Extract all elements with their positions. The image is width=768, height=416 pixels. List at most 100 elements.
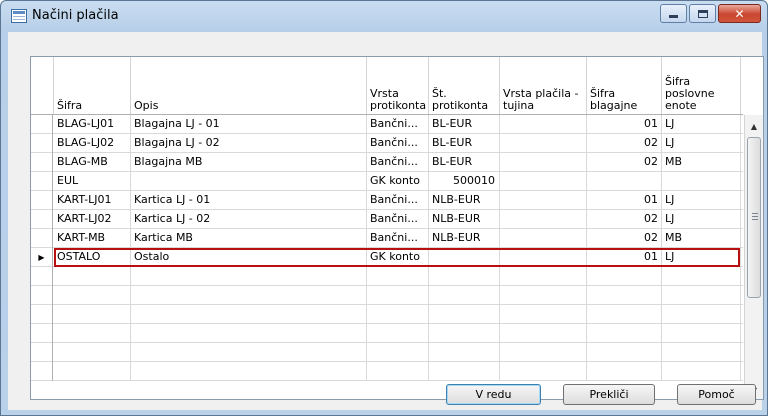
empty-row[interactable]	[31, 324, 743, 343]
scrollbar-thumb[interactable]	[747, 137, 761, 298]
cell-bal-account-no[interactable]: BL-EUR	[429, 134, 500, 153]
row-selector[interactable]	[31, 305, 53, 324]
ok-button[interactable]: V redu	[446, 384, 541, 405]
cell-foreign-payment-type[interactable]	[500, 172, 587, 191]
cell-description[interactable]	[131, 172, 367, 191]
cell-description[interactable]: Kartica LJ - 02	[131, 210, 367, 229]
cell-description[interactable]: Blagajna MB	[131, 153, 367, 172]
cell-bal-account-type[interactable]	[367, 267, 429, 286]
cell-business-unit-code[interactable]	[662, 267, 741, 286]
cell-bal-account-no[interactable]	[429, 305, 500, 324]
cell-bal-account-type[interactable]	[367, 286, 429, 305]
empty-row[interactable]	[31, 267, 743, 286]
table-row[interactable]: KART-LJ02 Kartica LJ - 02 Bančni... NLB-EUR…	[31, 210, 743, 229]
table-row[interactable]: ▶ OSTALO Ostalo GK konto 01 LJ	[31, 248, 743, 267]
cell-foreign-payment-type[interactable]	[500, 210, 587, 229]
cell-cashier-code[interactable]: 02	[587, 153, 662, 172]
row-selector[interactable]	[31, 191, 53, 210]
cell-description[interactable]	[131, 286, 367, 305]
cell-cashier-code[interactable]	[587, 267, 662, 286]
cell-business-unit-code[interactable]: LJ	[662, 115, 741, 134]
cell-code[interactable]	[54, 267, 131, 286]
header-bal-account-type[interactable]: Vrsta protikonta	[367, 57, 429, 114]
cell-bal-account-type[interactable]: Bančni...	[367, 229, 429, 248]
cell-cashier-code[interactable]: 01	[587, 115, 662, 134]
cell-cashier-code[interactable]	[587, 362, 662, 381]
row-selector[interactable]	[31, 324, 53, 343]
header-code[interactable]: Šifra	[54, 57, 131, 114]
cell-bal-account-type[interactable]: GK konto	[367, 248, 429, 267]
close-button[interactable]: ✕	[718, 4, 761, 23]
cell-bal-account-type[interactable]: Bančni...	[367, 191, 429, 210]
cell-foreign-payment-type[interactable]	[500, 324, 587, 343]
cell-bal-account-type[interactable]: Bančni...	[367, 115, 429, 134]
cell-bal-account-no[interactable]	[429, 343, 500, 362]
vertical-scrollbar[interactable]: ▲ ▼	[744, 115, 763, 399]
table-row[interactable]: KART-LJ01 Kartica LJ - 01 Bančni... NLB-EUR…	[31, 191, 743, 210]
cell-bal-account-type[interactable]	[367, 305, 429, 324]
cell-bal-account-no[interactable]: BL-EUR	[429, 153, 500, 172]
row-selector[interactable]	[31, 343, 53, 362]
cell-bal-account-no[interactable]: 500010	[429, 172, 500, 191]
cell-business-unit-code[interactable]	[662, 172, 741, 191]
header-bal-account-no[interactable]: Št. protikonta	[429, 57, 500, 114]
cell-bal-account-no[interactable]: BL-EUR	[429, 115, 500, 134]
empty-row[interactable]	[31, 286, 743, 305]
cell-cashier-code[interactable]: 02	[587, 134, 662, 153]
cell-bal-account-type[interactable]: Bančni...	[367, 153, 429, 172]
cell-bal-account-type[interactable]	[367, 362, 429, 381]
cancel-button[interactable]: Prekliči	[563, 384, 655, 405]
cell-bal-account-type[interactable]	[367, 343, 429, 362]
cell-business-unit-code[interactable]: LJ	[662, 248, 741, 267]
maximize-button[interactable]	[689, 4, 716, 23]
cell-foreign-payment-type[interactable]	[500, 267, 587, 286]
cell-description[interactable]: Kartica LJ - 01	[131, 191, 367, 210]
cell-bal-account-no[interactable]	[429, 248, 500, 267]
cell-foreign-payment-type[interactable]	[500, 286, 587, 305]
cell-description[interactable]: Blagajna LJ - 02	[131, 134, 367, 153]
cell-cashier-code[interactable]	[587, 305, 662, 324]
cell-business-unit-code[interactable]	[662, 343, 741, 362]
row-selector[interactable]	[31, 115, 53, 134]
row-selector[interactable]	[31, 286, 53, 305]
cell-bal-account-no[interactable]	[429, 362, 500, 381]
cell-bal-account-no[interactable]	[429, 324, 500, 343]
cell-business-unit-code[interactable]: LJ	[662, 134, 741, 153]
table-row[interactable]: BLAG-LJ02 Blagajna LJ - 02 Bančni... BL-EUR…	[31, 134, 743, 153]
cell-code[interactable]	[54, 324, 131, 343]
cell-code[interactable]	[54, 305, 131, 324]
cell-code[interactable]: OSTALO	[54, 248, 131, 267]
row-selector[interactable]	[31, 153, 53, 172]
cell-foreign-payment-type[interactable]	[500, 343, 587, 362]
cell-code[interactable]: KART-LJ02	[54, 210, 131, 229]
cell-bal-account-no[interactable]	[429, 286, 500, 305]
cell-business-unit-code[interactable]: MB	[662, 229, 741, 248]
cell-code[interactable]: KART-LJ01	[54, 191, 131, 210]
title-bar[interactable]: Načini plačila ✕	[1, 1, 767, 32]
row-selector[interactable]	[31, 229, 53, 248]
cell-foreign-payment-type[interactable]	[500, 305, 587, 324]
row-selector[interactable]	[31, 172, 53, 191]
cell-cashier-code[interactable]: 01	[587, 248, 662, 267]
row-selector[interactable]	[31, 134, 53, 153]
cell-business-unit-code[interactable]: LJ	[662, 210, 741, 229]
help-button[interactable]: Pomoč	[677, 384, 756, 405]
header-cashier-code[interactable]: Šifra blagajne	[587, 57, 662, 114]
row-selector[interactable]	[31, 210, 53, 229]
selected-row-marker-icon[interactable]: ▶	[31, 248, 53, 267]
empty-row[interactable]	[31, 305, 743, 324]
cell-foreign-payment-type[interactable]	[500, 115, 587, 134]
table-row[interactable]: KART-MB Kartica MB Bančni... NLB-EUR 02 MB	[31, 229, 743, 248]
cell-cashier-code[interactable]	[587, 172, 662, 191]
cell-cashier-code[interactable]: 01	[587, 191, 662, 210]
table-row[interactable]: BLAG-MB Blagajna MB Bančni... BL-EUR 02 MB	[31, 153, 743, 172]
cell-description[interactable]	[131, 343, 367, 362]
cell-business-unit-code[interactable]	[662, 305, 741, 324]
cell-bal-account-no[interactable]: NLB-EUR	[429, 191, 500, 210]
cell-bal-account-type[interactable]	[367, 324, 429, 343]
cell-cashier-code[interactable]: 02	[587, 229, 662, 248]
cell-cashier-code[interactable]: 02	[587, 210, 662, 229]
header-description[interactable]: Opis	[131, 57, 367, 114]
cell-description[interactable]: Kartica MB	[131, 229, 367, 248]
cell-business-unit-code[interactable]: MB	[662, 153, 741, 172]
